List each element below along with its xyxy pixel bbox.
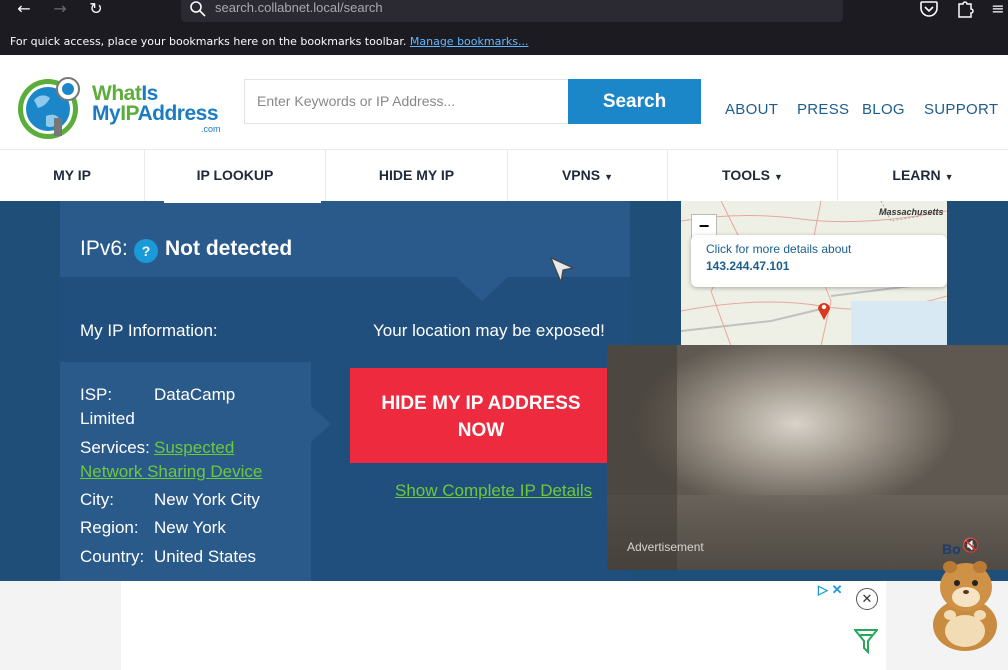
country-row: Country: United States [80,545,256,569]
extensions-icon[interactable] [954,0,976,18]
nav-ip-lookup[interactable]: IP LOOKUP [145,150,326,202]
services-row: Services: Suspected [80,436,234,460]
nav-tools[interactable]: TOOLS ▼ [668,150,838,202]
country-value: United States [154,547,257,566]
nav-vpns[interactable]: VPNS ▼ [508,150,668,202]
show-details-link[interactable]: Show Complete IP Details [395,481,592,501]
help-icon[interactable]: ? [134,239,158,263]
hide-my-ip-button[interactable]: HIDE MY IP ADDRESS NOW [350,368,612,463]
video-frame [607,345,1008,570]
services-link[interactable]: Suspected [154,438,234,457]
blog-link[interactable]: BLOG [862,101,905,118]
bookmarks-toolbar: For quick access, place your bookmarks h… [0,28,1008,55]
search-icon [190,1,206,17]
ipv6-box: IPv6: ? Not detected [60,221,630,277]
region-row: Region: New York [80,516,226,540]
reload-icon[interactable]: ↻ [82,0,110,20]
popup-ip: 143.244.47.101 [706,259,790,273]
region-key: Region: [80,518,139,537]
caret-down-icon: ▼ [944,172,954,182]
hide-button-line1: HIDE MY IP ADDRESS [381,393,581,414]
back-icon[interactable]: ← [10,0,38,20]
menu-icon[interactable]: ≡ [984,0,1008,20]
bottom-banner-ad[interactable] [121,581,886,670]
bookmarks-hint: For quick access, place your bookmarks h… [10,35,407,48]
caret-down-icon: ▼ [774,172,783,182]
nav-learn[interactable]: LEARN ▼ [838,150,1008,202]
browser-toolbar: ← → ↻ search.collabnet.local/search ≡ [0,0,1008,28]
search-input[interactable]: Enter Keywords or IP Address... [244,79,570,124]
caret-down-icon: ▼ [604,172,614,182]
close-ad-button[interactable]: ✕ [856,588,878,610]
country-key: Country: [80,547,145,566]
services-link-cont[interactable]: Network Sharing Device [80,462,262,481]
site-header: WhatIs MyIPAddress .com Enter Keywords o… [0,55,1008,149]
about-link[interactable]: ABOUT [725,101,778,118]
map-marker-icon[interactable] [817,300,831,320]
press-link[interactable]: PRESS [797,101,849,118]
services-row-cont: Network Sharing Device [80,460,262,484]
ipv6-label: IPv6: [80,237,128,260]
map-popup[interactable]: Click for more details about 143.244.47.… [691,235,947,287]
my-ip-info-title: My IP Information: [80,321,218,340]
ipv6-value: Not detected [165,237,293,260]
city-key: City: [80,490,114,509]
popup-text: Click for more details about [706,242,852,256]
forward-icon[interactable]: → [46,0,74,20]
video-ad[interactable]: Advertisement Bo 🔇 [607,345,1008,570]
nav-hide-my-ip[interactable]: HIDE MY IP [326,150,508,202]
main-nav: MY IP IP LOOKUP HIDE MY IP VPNS ▼ TOOLS ▼ … [0,149,1008,202]
services-key: Services: [80,438,150,457]
city-value: New York City [154,490,260,509]
location-map[interactable]: Massachusetts − Click for more details a… [681,201,947,346]
globe-logo-icon [18,77,80,139]
search-button[interactable]: Search [568,79,701,124]
logo-text-line2: MyIPAddress [92,102,219,125]
strip-highlight [164,201,321,203]
url-text: search.collabnet.local/search [215,0,383,15]
logo-domain: .com [201,124,221,134]
hamster-mascot-icon[interactable] [920,545,1008,655]
map-region-label: Massachusetts [879,207,944,217]
pocket-icon[interactable] [918,0,940,18]
nav-my-ip[interactable]: MY IP [0,150,145,202]
cursor-icon [549,256,575,284]
city-row: City: New York City [80,488,260,512]
isp-value: DataCamp [154,385,236,404]
address-bar[interactable]: search.collabnet.local/search [181,0,843,22]
filter-icon[interactable] [854,628,878,654]
hide-button-line2: NOW [457,420,505,441]
site-logo[interactable]: WhatIs MyIPAddress .com [16,72,231,142]
manage-bookmarks-link[interactable]: Manage bookmarks... [410,35,529,48]
isp-key: ISP: [80,385,113,404]
region-value: New York [154,518,226,537]
isp-row: ISP: DataCamp [80,383,235,407]
adchoices-icon[interactable]: ▷ ✕ [818,582,843,598]
ad-label: Advertisement [627,540,704,554]
search-placeholder: Enter Keywords or IP Address... [257,93,456,109]
details-pointer [311,406,331,442]
exposure-warning: Your location may be exposed! [373,321,605,340]
support-link[interactable]: SUPPORT [924,101,998,118]
isp-row-cont: Limited [80,407,135,431]
pointer-arrow [456,277,508,301]
isp-value-cont: Limited [80,409,135,428]
ipv4-strip [60,201,630,221]
